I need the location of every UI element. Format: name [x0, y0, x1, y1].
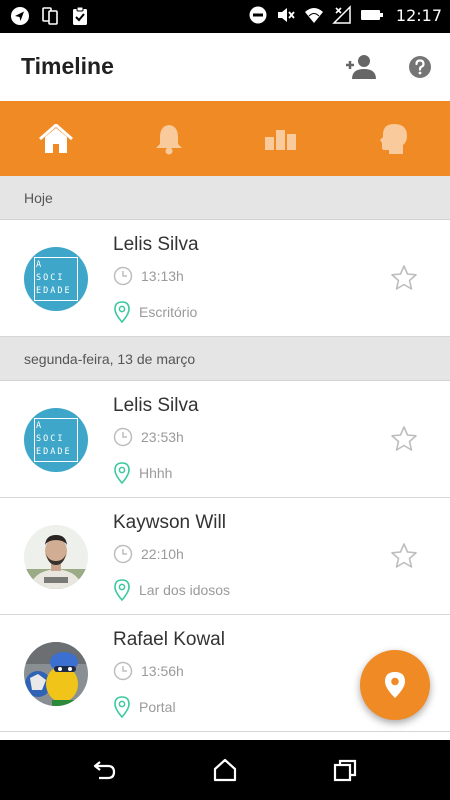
help-icon[interactable] [408, 55, 432, 79]
entry-place: Portal [139, 699, 176, 715]
navigation-icon [11, 7, 29, 25]
section-header: Hoje [0, 176, 450, 220]
clock-icon [113, 427, 133, 447]
tab-notifications[interactable] [113, 101, 226, 176]
section-header: segunda-feira, 13 de março [0, 337, 450, 381]
entry-time: 13:56h [141, 663, 184, 679]
tab-bar [0, 101, 450, 176]
app-bar: Timeline [0, 33, 450, 101]
page-title: Timeline [21, 53, 114, 79]
star-icon[interactable] [390, 264, 418, 292]
entry-name: Lelis Silva [113, 234, 199, 255]
location-pin-icon [385, 672, 405, 698]
recent-apps-icon[interactable] [332, 758, 358, 782]
mute-icon [277, 8, 295, 22]
avatar [24, 642, 88, 706]
do-not-disturb-icon [249, 6, 267, 24]
star-icon[interactable] [390, 542, 418, 570]
location-pin-icon [114, 462, 130, 484]
no-signal-icon [332, 5, 351, 24]
entry-time: 23:53h [141, 429, 184, 445]
man-photo [24, 525, 88, 589]
avatar: A SOCI EDADE [24, 408, 88, 472]
list-item[interactable]: Kaywson Will 22:10h Lar dos idosos [0, 498, 450, 615]
timeline-list[interactable]: Hoje A SOCI EDADE Lelis Silva 13:13h Esc… [0, 176, 450, 732]
clock-icon [113, 661, 133, 681]
tab-stats[interactable] [225, 101, 338, 176]
list-item[interactable]: A SOCI EDADE Lelis Silva 23:53h Hhhh [0, 381, 450, 498]
navigation-bar [0, 740, 450, 800]
back-icon[interactable] [92, 758, 118, 782]
a-sociedade-logo: A SOCI EDADE [36, 421, 72, 457]
location-pin-icon [114, 696, 130, 718]
bar-chart-icon [265, 129, 297, 150]
avatar [24, 525, 88, 589]
clock: 12:17 [395, 5, 442, 25]
add-person-icon[interactable] [344, 53, 376, 81]
entry-name: Lelis Silva [113, 395, 199, 416]
a-sociedade-logo: A SOCI EDADE [36, 260, 72, 296]
location-pin-icon [114, 579, 130, 601]
clock-icon [113, 544, 133, 564]
avatar: A SOCI EDADE [24, 247, 88, 311]
entry-place: Lar dos idosos [139, 582, 231, 598]
entry-place: Hhhh [139, 465, 173, 481]
mascot-photo [24, 642, 88, 706]
bell-icon [155, 124, 182, 154]
home-icon [39, 123, 74, 153]
list-item[interactable]: A SOCI EDADE Lelis Silva 13:13h Escritór… [0, 220, 450, 337]
entry-time: 22:10h [141, 546, 184, 562]
head-icon [379, 123, 407, 154]
dual-sim-icon [42, 7, 58, 25]
location-pin-icon [114, 301, 130, 323]
entry-name: Kaywson Will [113, 512, 226, 533]
battery-icon [360, 10, 383, 20]
clock-icon [113, 266, 133, 286]
entry-name: Rafael Kowal [113, 629, 225, 650]
entry-time: 13:13h [141, 268, 184, 284]
check-in-fab-button[interactable] [360, 650, 430, 720]
tab-profile[interactable] [338, 101, 450, 176]
clipboard-check-icon [73, 6, 87, 25]
tab-home[interactable] [0, 101, 113, 176]
status-bar: 12:17 [0, 0, 450, 33]
home-outline-icon[interactable] [212, 758, 238, 782]
star-icon[interactable] [390, 425, 418, 453]
entry-place: Escritório [139, 304, 198, 320]
wifi-icon [304, 8, 323, 23]
